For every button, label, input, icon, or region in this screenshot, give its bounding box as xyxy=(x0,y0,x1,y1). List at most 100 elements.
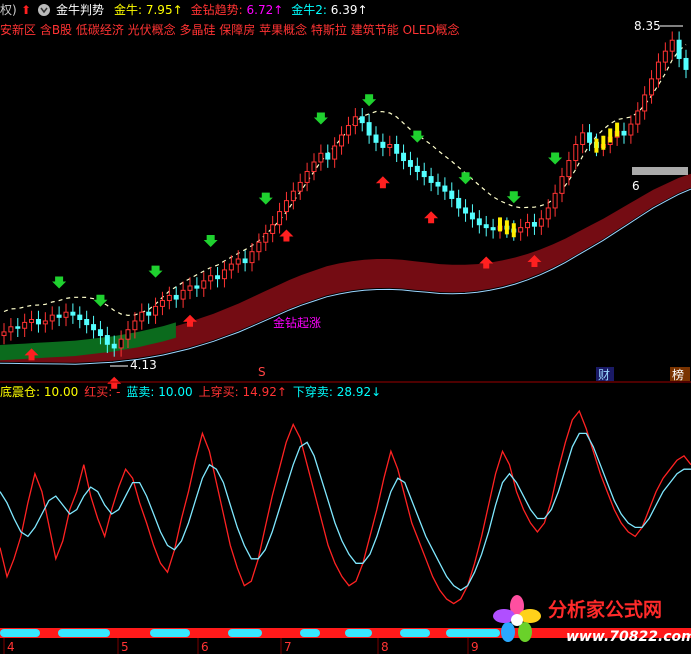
candle-body xyxy=(469,212,475,220)
candle-body xyxy=(463,207,469,214)
signal-segment xyxy=(446,629,500,637)
candle-body xyxy=(531,222,537,227)
oscillator-panel xyxy=(0,409,691,605)
candle-body xyxy=(173,294,179,300)
candle-body xyxy=(1,331,7,337)
candle-body xyxy=(352,116,358,127)
candle-body xyxy=(118,338,124,349)
candle-body xyxy=(194,285,200,289)
candle-body xyxy=(318,152,324,163)
legend-label: 红买: xyxy=(84,384,116,399)
watermark: 分析家公式网 www.70822.com xyxy=(493,595,691,645)
candle-body xyxy=(401,152,407,162)
header-prefix: 权) xyxy=(0,3,17,17)
buy-arrow-icon xyxy=(424,211,439,224)
candle-body xyxy=(518,227,524,233)
candle-body xyxy=(104,335,110,345)
candle-body xyxy=(270,224,276,234)
candle-body xyxy=(63,311,69,318)
sell-arrow-icon xyxy=(410,130,425,143)
candle-body xyxy=(628,123,634,136)
candle-body xyxy=(42,320,48,325)
candle-body xyxy=(235,258,241,265)
candle-body xyxy=(435,181,441,187)
candle-body xyxy=(538,218,544,227)
candle-body xyxy=(421,170,427,178)
candle-body xyxy=(304,170,310,183)
candle-body xyxy=(35,319,41,325)
indicator-name: 金牛判势 xyxy=(56,2,104,17)
signal-segment xyxy=(150,629,190,637)
candle-body xyxy=(669,39,675,52)
candle-body xyxy=(22,321,28,329)
candle-body xyxy=(456,197,462,209)
signal-segment xyxy=(58,629,110,637)
candle-body xyxy=(8,326,14,333)
legend-value: 6.72↑ xyxy=(247,3,284,17)
signal-segment xyxy=(400,629,430,637)
candle-body xyxy=(311,161,317,172)
candle-body xyxy=(387,144,393,148)
candle-body xyxy=(180,289,186,300)
candle-body xyxy=(587,132,593,143)
tag-rank[interactable]: 榜 xyxy=(672,367,684,382)
legend-label: 金牛: xyxy=(114,2,146,17)
candle-body xyxy=(15,326,21,329)
time-label: 4 xyxy=(7,640,15,654)
candle-body xyxy=(256,241,262,253)
candle-body xyxy=(683,57,689,70)
candle-body xyxy=(442,185,448,192)
main-header: 权) ⬆ 金牛判势 金牛: 7.95↑ 金钻趋势: 6.72↑ 金牛2: 6.39↑ xyxy=(0,2,368,17)
candle-body xyxy=(476,218,482,226)
candle-body xyxy=(56,314,62,318)
candle-body xyxy=(566,160,572,178)
tag-finance[interactable]: 财 xyxy=(598,368,610,382)
candle-body xyxy=(407,160,413,167)
high-price-label: 8.35 xyxy=(634,19,661,33)
candle-body xyxy=(187,285,193,291)
legend-value: 10.00 xyxy=(44,385,78,399)
sell-arrow-icon xyxy=(506,191,521,204)
candle-body xyxy=(201,280,207,289)
candle-body xyxy=(77,314,83,320)
candle-body xyxy=(552,192,558,209)
candle-body xyxy=(649,78,655,96)
legend-value: 10.00 xyxy=(158,385,192,399)
highlight-bar xyxy=(498,217,502,232)
watermark-title: 分析家公式网 xyxy=(548,598,662,621)
sell-arrow-icon xyxy=(52,276,67,289)
candle-body xyxy=(414,165,420,172)
candle-body xyxy=(428,176,434,183)
legend-label: 下穿卖: xyxy=(293,384,337,399)
highlight-bar xyxy=(608,128,613,143)
candle-body xyxy=(125,329,131,340)
candle-body xyxy=(573,144,579,162)
highlight-bar xyxy=(594,138,599,153)
candle-body xyxy=(394,144,400,154)
signal-segment xyxy=(0,629,40,637)
signal-segment xyxy=(228,629,262,637)
candle-body xyxy=(449,190,455,199)
time-label: 6 xyxy=(201,640,209,654)
buy-arrow-icon xyxy=(375,176,390,189)
candle-body xyxy=(676,39,682,59)
time-label: 7 xyxy=(284,640,292,654)
candle-body xyxy=(70,311,76,316)
candle-body xyxy=(642,94,648,112)
dropdown-icon[interactable] xyxy=(38,4,50,16)
trend-ribbon xyxy=(0,173,691,363)
candle-body xyxy=(97,329,103,337)
candle-body xyxy=(283,200,289,213)
candle-body xyxy=(111,343,117,349)
sell-arrow-icon xyxy=(203,234,218,247)
mid-tag-label: 6 xyxy=(632,179,640,193)
candle-body xyxy=(380,141,386,148)
oscillator-cyan-line xyxy=(0,432,691,591)
up-arrow-icon: ⬆ xyxy=(21,3,31,17)
candle-body xyxy=(332,145,338,160)
candle-body xyxy=(635,110,641,125)
legend-label: 金钻趋势: xyxy=(191,2,247,17)
signal-segment xyxy=(300,629,320,637)
stock-chart: 权) ⬆ 金牛判势 金牛: 7.95↑ 金钻趋势: 6.72↑ 金牛2: 6.39↑… xyxy=(0,2,691,654)
candle-body xyxy=(49,314,55,322)
